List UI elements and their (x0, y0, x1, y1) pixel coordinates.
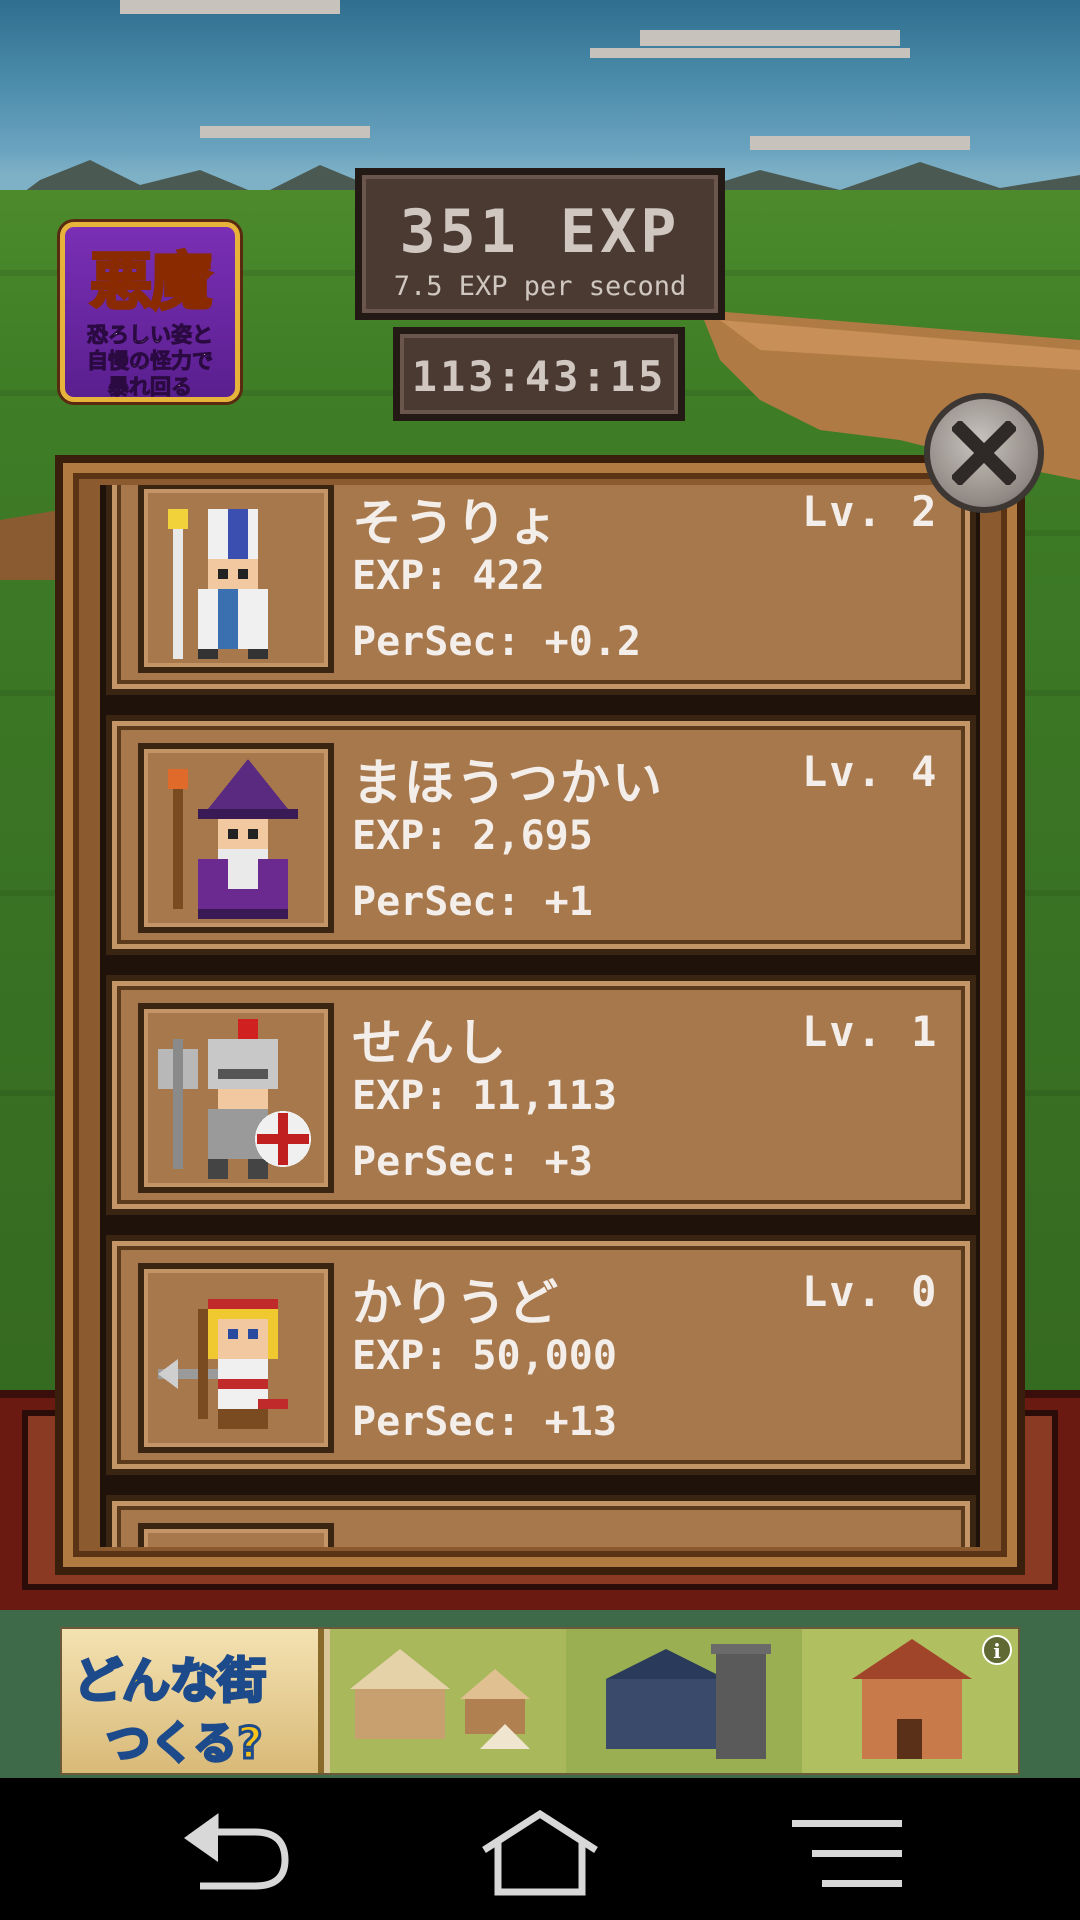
cloud (640, 30, 900, 46)
promo-title: 悪魔 (88, 244, 213, 320)
portrait-frame (138, 1263, 334, 1453)
unit-persec: PerSec: +0.2 (352, 619, 641, 665)
system-nav-bar (0, 1778, 1080, 1920)
back-button[interactable] (170, 1808, 310, 1898)
cloud (200, 126, 370, 138)
unit-card-warrior[interactable]: せんし Lv. 1 EXP: 11,113 PerSec: +3 (106, 975, 976, 1215)
play-timer: 113:43:15 (393, 327, 685, 421)
home-button[interactable] (470, 1808, 610, 1898)
unit-exp: EXP: 422 (352, 553, 545, 599)
home-icon (482, 1809, 598, 1896)
unit-exp: EXP: 2,695 (352, 813, 593, 859)
back-icon (184, 1813, 289, 1890)
unit-level: Lv. 2 (802, 487, 939, 536)
portrait-frame (138, 743, 334, 933)
unit-list[interactable]: そうりょ Lv. 2 EXP: 422 PerSec: +0.2 まほうつかい … (100, 485, 980, 1547)
ad-info-button[interactable]: i (982, 1635, 1012, 1665)
menu-icon (792, 1820, 902, 1887)
exp-rate: 7.5 EXP per second (393, 271, 687, 302)
unit-persec: PerSec: +1 (352, 879, 593, 925)
close-icon (952, 421, 1016, 485)
cloud (590, 48, 910, 58)
menu-button[interactable] (770, 1808, 910, 1898)
unit-card-wizard[interactable]: まほうつかい Lv. 4 EXP: 2,695 PerSec: +1 (106, 715, 976, 955)
unit-exp: EXP: 11,113 (352, 1073, 617, 1119)
priest-icon (168, 509, 268, 659)
portrait-frame (138, 1523, 334, 1547)
warrior-icon (158, 1019, 311, 1179)
unit-level: Lv. 1 (802, 1007, 939, 1056)
wizard-icon (168, 759, 298, 919)
portrait-frame (138, 485, 334, 673)
unit-level: Lv. 4 (802, 747, 939, 796)
promo-badge[interactable]: 悪魔 恐ろしい姿と 自慢の怪力で 暴れ回る (60, 222, 240, 402)
exp-counter: 351 EXP 7.5 EXP per second (355, 168, 725, 320)
unit-name: まほうつかい (352, 754, 664, 812)
portrait-frame (138, 1003, 334, 1193)
cloud (750, 136, 970, 150)
ad-scene-market (330, 1629, 566, 1773)
unit-level: Lv. 0 (802, 1267, 939, 1316)
ad-banner[interactable]: どんな街 つくる? i (60, 1627, 1020, 1775)
cloud (120, 0, 340, 14)
unit-name: せんし (352, 1014, 508, 1072)
unit-name: かりうど (352, 1274, 560, 1332)
unit-card-partial[interactable] (106, 1495, 976, 1547)
unit-card-hunter[interactable]: かりうど Lv. 0 EXP: 50,000 PerSec: +13 (106, 1235, 976, 1475)
unit-name: そうりょ (352, 494, 560, 552)
unit-card-priest[interactable]: そうりょ Lv. 2 EXP: 422 PerSec: +0.2 (106, 485, 976, 695)
ad-title: どんな街 (72, 1652, 267, 1711)
close-button[interactable] (924, 393, 1044, 513)
ad-subtitle: つくる? (105, 1717, 265, 1771)
promo-line: 暴れ回る (108, 375, 193, 399)
unit-persec: PerSec: +13 (352, 1399, 617, 1445)
hunter-icon (158, 1299, 288, 1429)
exp-total: 351 EXP (399, 197, 681, 267)
timer-value: 113:43:15 (411, 352, 667, 401)
unit-persec: PerSec: +3 (352, 1139, 593, 1185)
ad-scroll: どんな街 つくる? (62, 1629, 324, 1773)
unit-exp: EXP: 50,000 (352, 1333, 617, 1379)
ad-scene-castle (566, 1629, 802, 1773)
